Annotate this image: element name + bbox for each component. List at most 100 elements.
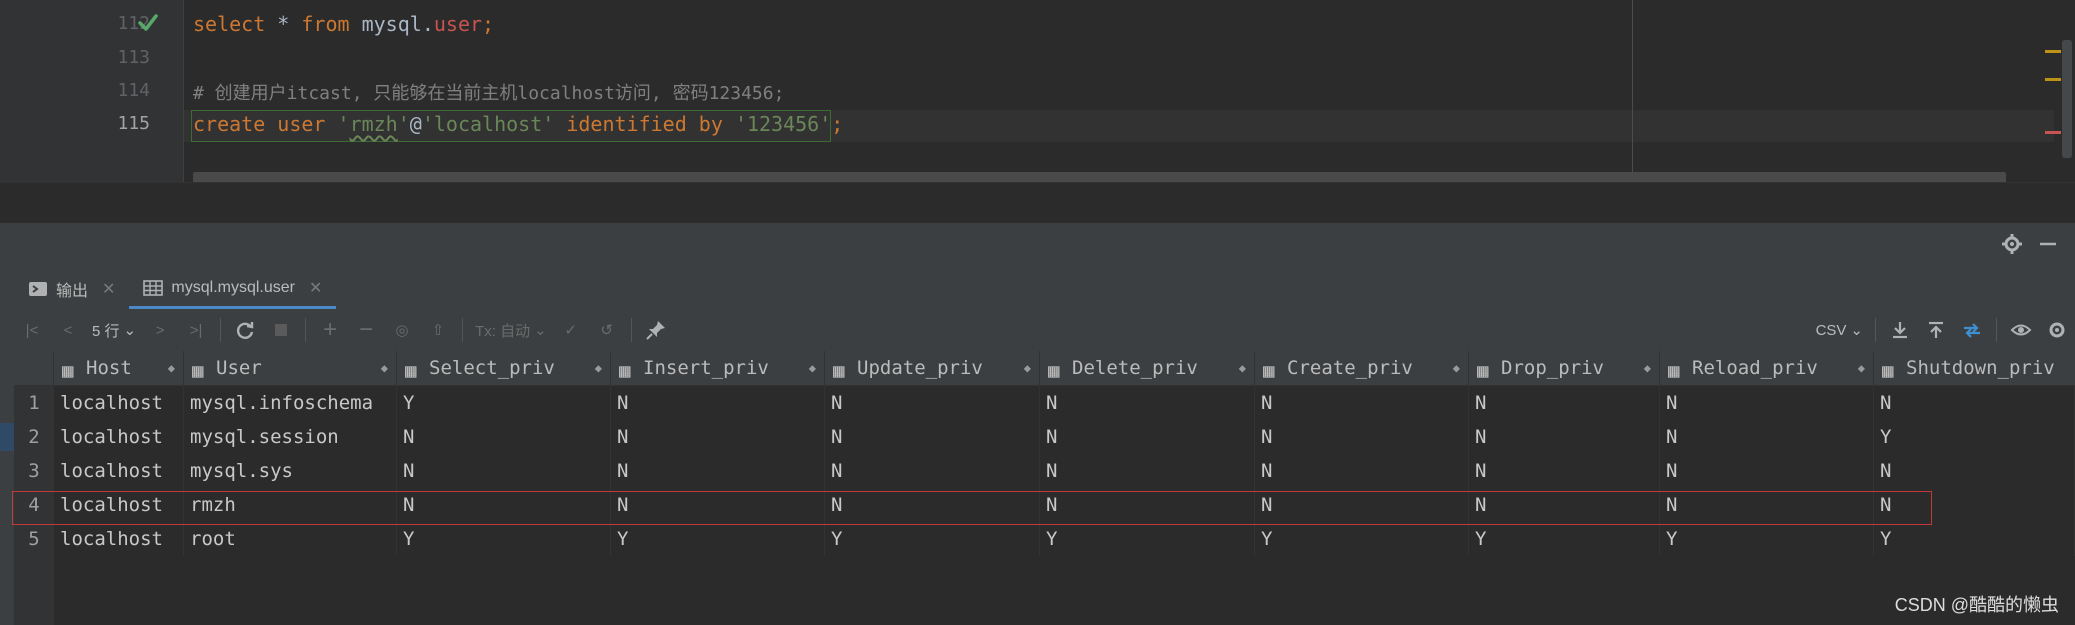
last-page-icon[interactable]: >| bbox=[178, 315, 214, 345]
table-cell[interactable]: N bbox=[1660, 386, 1874, 420]
table-cell[interactable]: N bbox=[397, 420, 611, 454]
table-cell[interactable]: N bbox=[825, 454, 1040, 488]
table-cell[interactable]: N bbox=[1469, 420, 1660, 454]
code-comment-114[interactable]: # 创建用户itcast, 只能够在当前主机localhost访问, 密码123… bbox=[193, 79, 784, 105]
column-header[interactable]: ▦ Delete_priv ◆ bbox=[1040, 351, 1255, 385]
table-cell[interactable]: N bbox=[1469, 454, 1660, 488]
table-cell[interactable]: Y bbox=[397, 386, 611, 420]
delete-row-icon[interactable]: − bbox=[348, 315, 384, 345]
refresh-icon[interactable] bbox=[227, 315, 263, 345]
table-cell[interactable]: localhost bbox=[54, 454, 184, 488]
column-header[interactable]: ▦ Host ◆ bbox=[54, 351, 184, 385]
transaction-mode-dropdown[interactable]: Tx: 自动 ⌄ bbox=[469, 320, 553, 341]
sort-icon[interactable]: ◆ bbox=[1858, 361, 1865, 375]
tab-output[interactable]: 输出 ✕ bbox=[14, 269, 129, 309]
table-cell[interactable]: mysql.session bbox=[184, 420, 397, 454]
table-cell[interactable]: N bbox=[611, 454, 825, 488]
row-number[interactable]: 1 bbox=[14, 386, 54, 420]
table-cell[interactable]: localhost bbox=[54, 522, 184, 556]
table-cell[interactable]: Y bbox=[1040, 522, 1255, 556]
table-row[interactable]: 1 localhost mysql.infoschema Y N N N N N N N bbox=[14, 386, 2075, 421]
table-row[interactable]: 2 localhost mysql.session N N N N N N N Y bbox=[14, 420, 2075, 455]
column-header[interactable]: ▦ Drop_priv ◆ bbox=[1469, 351, 1660, 385]
first-page-icon[interactable]: |< bbox=[14, 315, 50, 345]
sort-icon[interactable]: ◆ bbox=[1644, 361, 1651, 375]
column-header[interactable]: ▦ Create_priv ◆ bbox=[1255, 351, 1469, 385]
submit-icon[interactable]: ⇧ bbox=[420, 315, 456, 345]
table-cell[interactable]: Y bbox=[1874, 522, 2075, 556]
table-cell[interactable]: N bbox=[1040, 420, 1255, 454]
column-header[interactable]: ▦ User ◆ bbox=[184, 351, 397, 385]
table-cell[interactable]: N bbox=[1660, 454, 1874, 488]
stop-icon[interactable] bbox=[263, 315, 299, 345]
settings-icon[interactable] bbox=[2039, 315, 2075, 345]
table-cell[interactable]: Y bbox=[1469, 522, 1660, 556]
table-cell[interactable]: Y bbox=[397, 522, 611, 556]
close-icon[interactable]: ✕ bbox=[309, 278, 322, 298]
compare-icon[interactable] bbox=[1954, 315, 1990, 345]
table-cell[interactable]: N bbox=[1255, 454, 1469, 488]
sort-icon[interactable]: ◆ bbox=[1024, 361, 1031, 375]
close-icon[interactable]: ✕ bbox=[102, 279, 115, 299]
table-cell[interactable]: Y bbox=[1660, 522, 1874, 556]
column-header[interactable]: ▦ Reload_priv ◆ bbox=[1660, 351, 1874, 385]
warning-marker[interactable] bbox=[2045, 78, 2061, 81]
table-cell[interactable]: N bbox=[611, 386, 825, 420]
rollback-icon[interactable]: ↺ bbox=[589, 315, 625, 345]
table-cell[interactable]: Y bbox=[825, 522, 1040, 556]
table-cell[interactable]: N bbox=[397, 454, 611, 488]
table-cell[interactable]: Y bbox=[1255, 522, 1469, 556]
table-row[interactable]: 3 localhost mysql.sys N N N N N N N N bbox=[14, 454, 2075, 489]
table-cell[interactable]: localhost bbox=[54, 386, 184, 420]
add-row-icon[interactable]: + bbox=[312, 315, 348, 345]
gear-icon[interactable] bbox=[2001, 233, 2023, 255]
table-cell[interactable]: N bbox=[1255, 420, 1469, 454]
column-header[interactable]: ▦ Insert_priv ◆ bbox=[611, 351, 825, 385]
table-cell[interactable]: mysql.infoschema bbox=[184, 386, 397, 420]
sort-icon[interactable]: ◆ bbox=[168, 361, 175, 375]
sort-icon[interactable]: ◆ bbox=[809, 361, 816, 375]
next-page-icon[interactable]: > bbox=[142, 315, 178, 345]
page-size-dropdown[interactable]: 5 行 ⌄ bbox=[86, 320, 142, 341]
table-row[interactable]: 5 localhost root Y Y Y Y Y Y Y Y bbox=[14, 522, 2075, 557]
tab-mysql-user[interactable]: mysql.mysql.user ✕ bbox=[129, 269, 337, 309]
upload-icon[interactable] bbox=[1918, 315, 1954, 345]
table-cell[interactable]: localhost bbox=[54, 420, 184, 454]
sort-icon[interactable]: ◆ bbox=[1453, 361, 1460, 375]
table-cell[interactable]: mysql.sys bbox=[184, 454, 397, 488]
table-cell[interactable]: N bbox=[825, 420, 1040, 454]
table-cell[interactable]: N bbox=[1874, 386, 2075, 420]
minimize-icon[interactable] bbox=[2037, 233, 2059, 255]
table-cell[interactable]: Y bbox=[1874, 420, 2075, 454]
prev-page-icon[interactable]: < bbox=[50, 315, 86, 345]
table-cell[interactable]: N bbox=[1255, 386, 1469, 420]
sql-editor[interactable]: 112 113 114 115 select * from mysql.user… bbox=[0, 0, 2075, 223]
table-cell[interactable]: root bbox=[184, 522, 397, 556]
commit-icon[interactable]: ✓ bbox=[553, 315, 589, 345]
table-cell[interactable]: N bbox=[1874, 454, 2075, 488]
sort-icon[interactable]: ◆ bbox=[1239, 361, 1246, 375]
row-number[interactable]: 2 bbox=[14, 420, 54, 454]
table-cell[interactable]: N bbox=[611, 420, 825, 454]
table-cell[interactable]: N bbox=[1469, 386, 1660, 420]
table-cell[interactable]: N bbox=[825, 386, 1040, 420]
error-marker[interactable] bbox=[2045, 131, 2061, 134]
export-format-dropdown[interactable]: CSV ⌄ bbox=[1810, 321, 1869, 340]
warning-marker[interactable] bbox=[2045, 50, 2061, 53]
column-header[interactable]: ▦ Select_priv ◆ bbox=[397, 351, 611, 385]
row-number[interactable]: 5 bbox=[14, 522, 54, 556]
table-cell[interactable]: N bbox=[1040, 454, 1255, 488]
sort-icon[interactable]: ◆ bbox=[595, 361, 602, 375]
sort-icon[interactable]: ◆ bbox=[381, 361, 388, 375]
table-cell[interactable]: N bbox=[1660, 420, 1874, 454]
vertical-scrollbar[interactable] bbox=[2062, 40, 2072, 158]
column-header[interactable]: ▦ Shutdown_priv bbox=[1874, 351, 2075, 385]
pin-icon[interactable] bbox=[638, 315, 674, 345]
table-cell[interactable]: N bbox=[1040, 386, 1255, 420]
eye-icon[interactable] bbox=[2003, 315, 2039, 345]
code-line-112[interactable]: select * from mysql.user; bbox=[193, 12, 494, 36]
download-icon[interactable] bbox=[1882, 315, 1918, 345]
column-header[interactable]: ▦ Update_priv ◆ bbox=[825, 351, 1040, 385]
table-cell[interactable]: Y bbox=[611, 522, 825, 556]
revert-icon[interactable]: ◎ bbox=[384, 315, 420, 345]
